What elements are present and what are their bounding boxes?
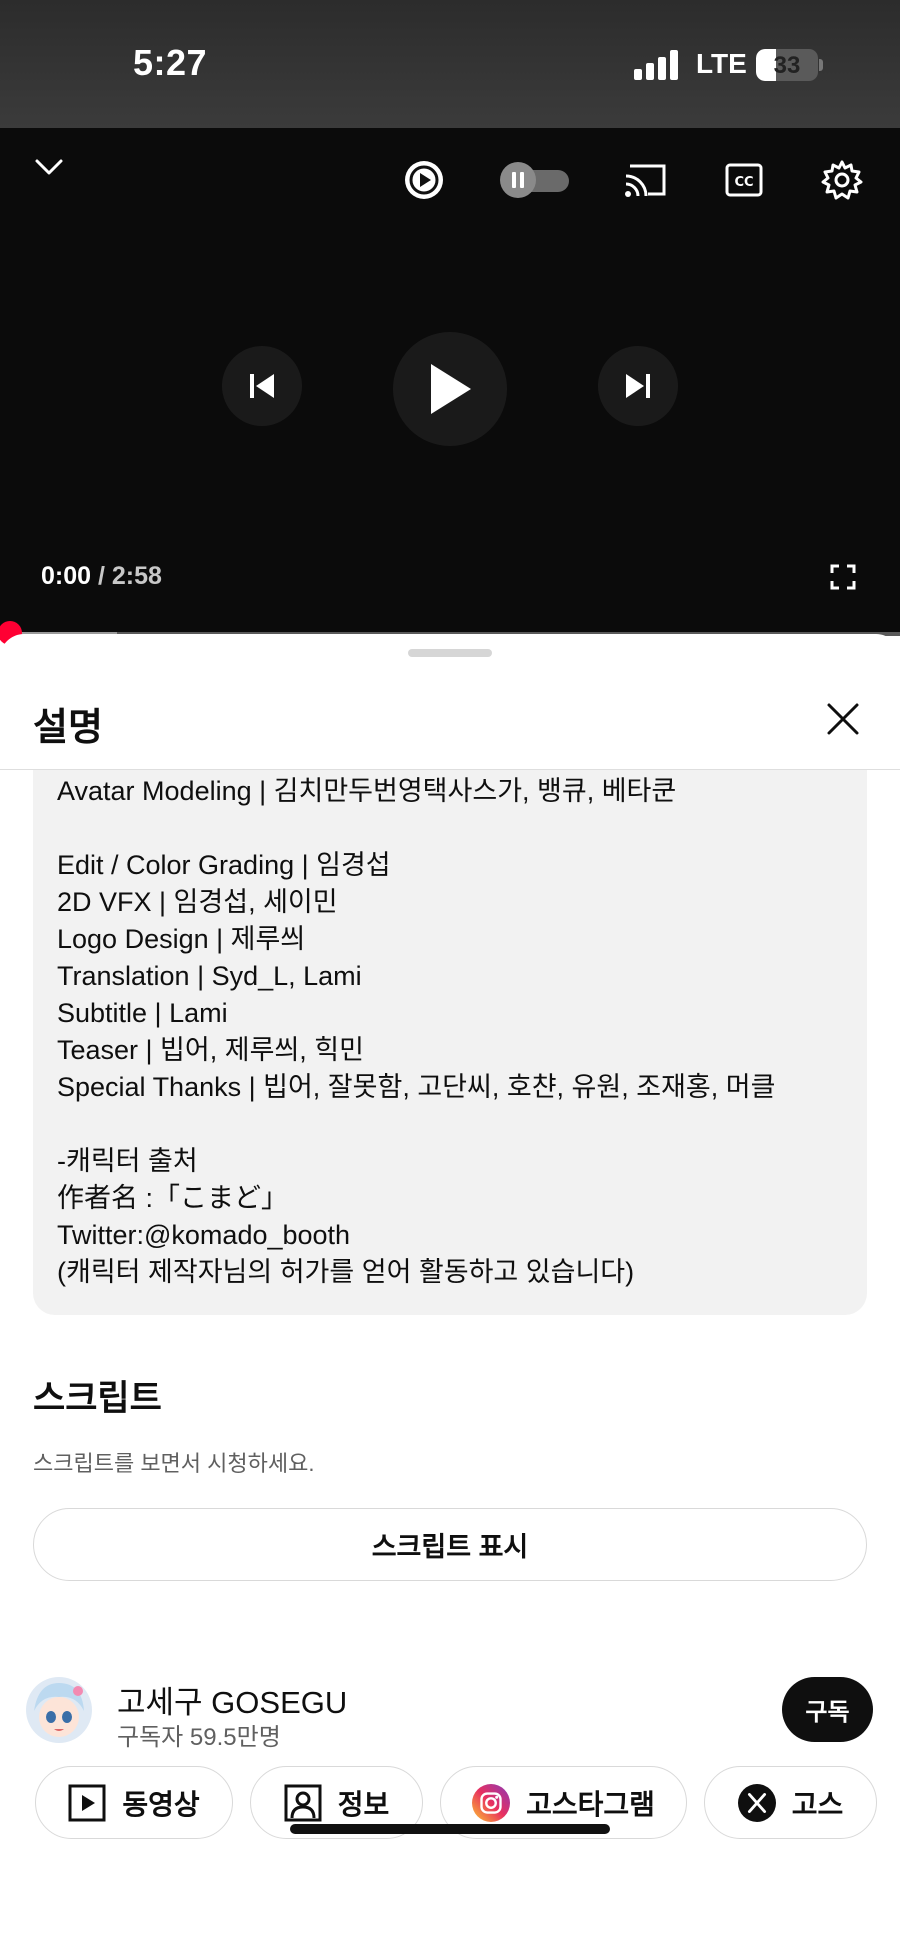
- autoplay-toggle[interactable]: [499, 162, 573, 198]
- description-line: Translation | Syd_L, Lami: [57, 961, 362, 991]
- description-line: Logo Design | 제루씌: [57, 924, 306, 954]
- videos-chip[interactable]: 동영상: [35, 1766, 233, 1839]
- description-line: 2D VFX | 임경섭, 세이민: [57, 887, 338, 917]
- description-line: -캐릭터 출처: [57, 1146, 198, 1176]
- description-line: 作者名 :「こまど」: [57, 1183, 289, 1213]
- play-button[interactable]: [393, 332, 507, 446]
- channel-name[interactable]: 고세구 GOSEGU: [117, 1677, 347, 1722]
- settings-icon[interactable]: [820, 158, 864, 202]
- subscriber-count: 구독자 59.5만명: [117, 1724, 281, 1751]
- videos-chip-label: 동영상: [122, 1788, 200, 1820]
- time-readout: 0:00 / 2:58: [41, 562, 162, 591]
- x-logo-icon: [737, 1783, 776, 1822]
- drag-handle[interactable]: [408, 649, 492, 657]
- description-sheet: 설명 Avatar Modeling | 김치만두번영택사스가, 뱅큐, 베타쿤…: [0, 634, 900, 1955]
- next-button[interactable]: [598, 346, 678, 426]
- play-icon: [431, 364, 471, 414]
- description-line: Teaser | 빕어, 제루씌, 힉민: [57, 1035, 364, 1065]
- description-line: Twitter:@komado_booth: [57, 1220, 351, 1250]
- network-type: LTE: [696, 48, 747, 79]
- chevron-down-icon[interactable]: [28, 152, 70, 182]
- battery-level: 33: [773, 52, 801, 79]
- previous-icon: [250, 374, 274, 398]
- fullscreen-icon[interactable]: [826, 560, 860, 594]
- battery-tip: [819, 59, 823, 71]
- show-script-button[interactable]: 스크립트 표시: [33, 1508, 867, 1581]
- sheet-title: 설명: [33, 707, 103, 749]
- instagram-icon: [472, 1783, 511, 1822]
- description-text: Avatar Modeling | 김치만두번영택사스가, 뱅큐, 베타쿤 Ed…: [57, 773, 775, 1291]
- x-chip-label: 고스: [791, 1788, 844, 1820]
- time-separator: /: [91, 562, 112, 590]
- autoplay-icon[interactable]: [403, 159, 445, 201]
- previous-button[interactable]: [222, 346, 302, 426]
- x-chip[interactable]: 고스: [704, 1766, 877, 1839]
- captions-icon[interactable]: CC: [724, 160, 764, 200]
- home-indicator[interactable]: [290, 1824, 610, 1834]
- description-line: Edit / Color Grading | 임경섭: [57, 850, 391, 880]
- subscribe-button[interactable]: 구독: [782, 1677, 873, 1742]
- instagram-chip-label: 고스타그램: [526, 1788, 655, 1820]
- avatar[interactable]: [26, 1677, 92, 1743]
- description-line: [57, 1106, 775, 1143]
- close-icon[interactable]: [824, 700, 862, 738]
- header-divider: [0, 769, 900, 770]
- status-bar: 5:27 LTE 33: [0, 0, 900, 128]
- play-square-icon: [68, 1784, 106, 1822]
- video-player[interactable]: CC 0:00 / 2:58: [0, 128, 900, 634]
- current-time: 0:00: [41, 562, 92, 590]
- description-line: Subtitle | Lami: [57, 998, 228, 1028]
- description-box: Avatar Modeling | 김치만두번영택사스가, 뱅큐, 베타쿤 Ed…: [33, 769, 867, 1315]
- duration: 2:58: [111, 562, 162, 590]
- cast-icon[interactable]: [624, 160, 668, 200]
- signal-icon: [634, 50, 678, 80]
- description-line: Avatar Modeling | 김치만두번영택사스가, 뱅큐, 베타쿤: [57, 776, 677, 806]
- description-line: Special Thanks | 빕어, 잘못함, 고단씨, 호챤, 유원, 조…: [57, 1072, 776, 1102]
- about-chip-label: 정보: [337, 1788, 390, 1820]
- description-line: (캐릭터 제작자님의 허가를 얻어 활동하고 있습니다): [57, 1257, 635, 1287]
- person-square-icon: [284, 1784, 322, 1822]
- battery-icon: 33: [756, 49, 818, 81]
- next-icon: [626, 374, 650, 398]
- status-time: 5:27: [133, 42, 208, 83]
- svg-text:CC: CC: [734, 175, 753, 190]
- script-section-title: 스크립트: [33, 1379, 162, 1418]
- description-line: [57, 810, 775, 847]
- script-section-subtitle: 스크립트를 보면서 시청하세요.: [33, 1451, 315, 1476]
